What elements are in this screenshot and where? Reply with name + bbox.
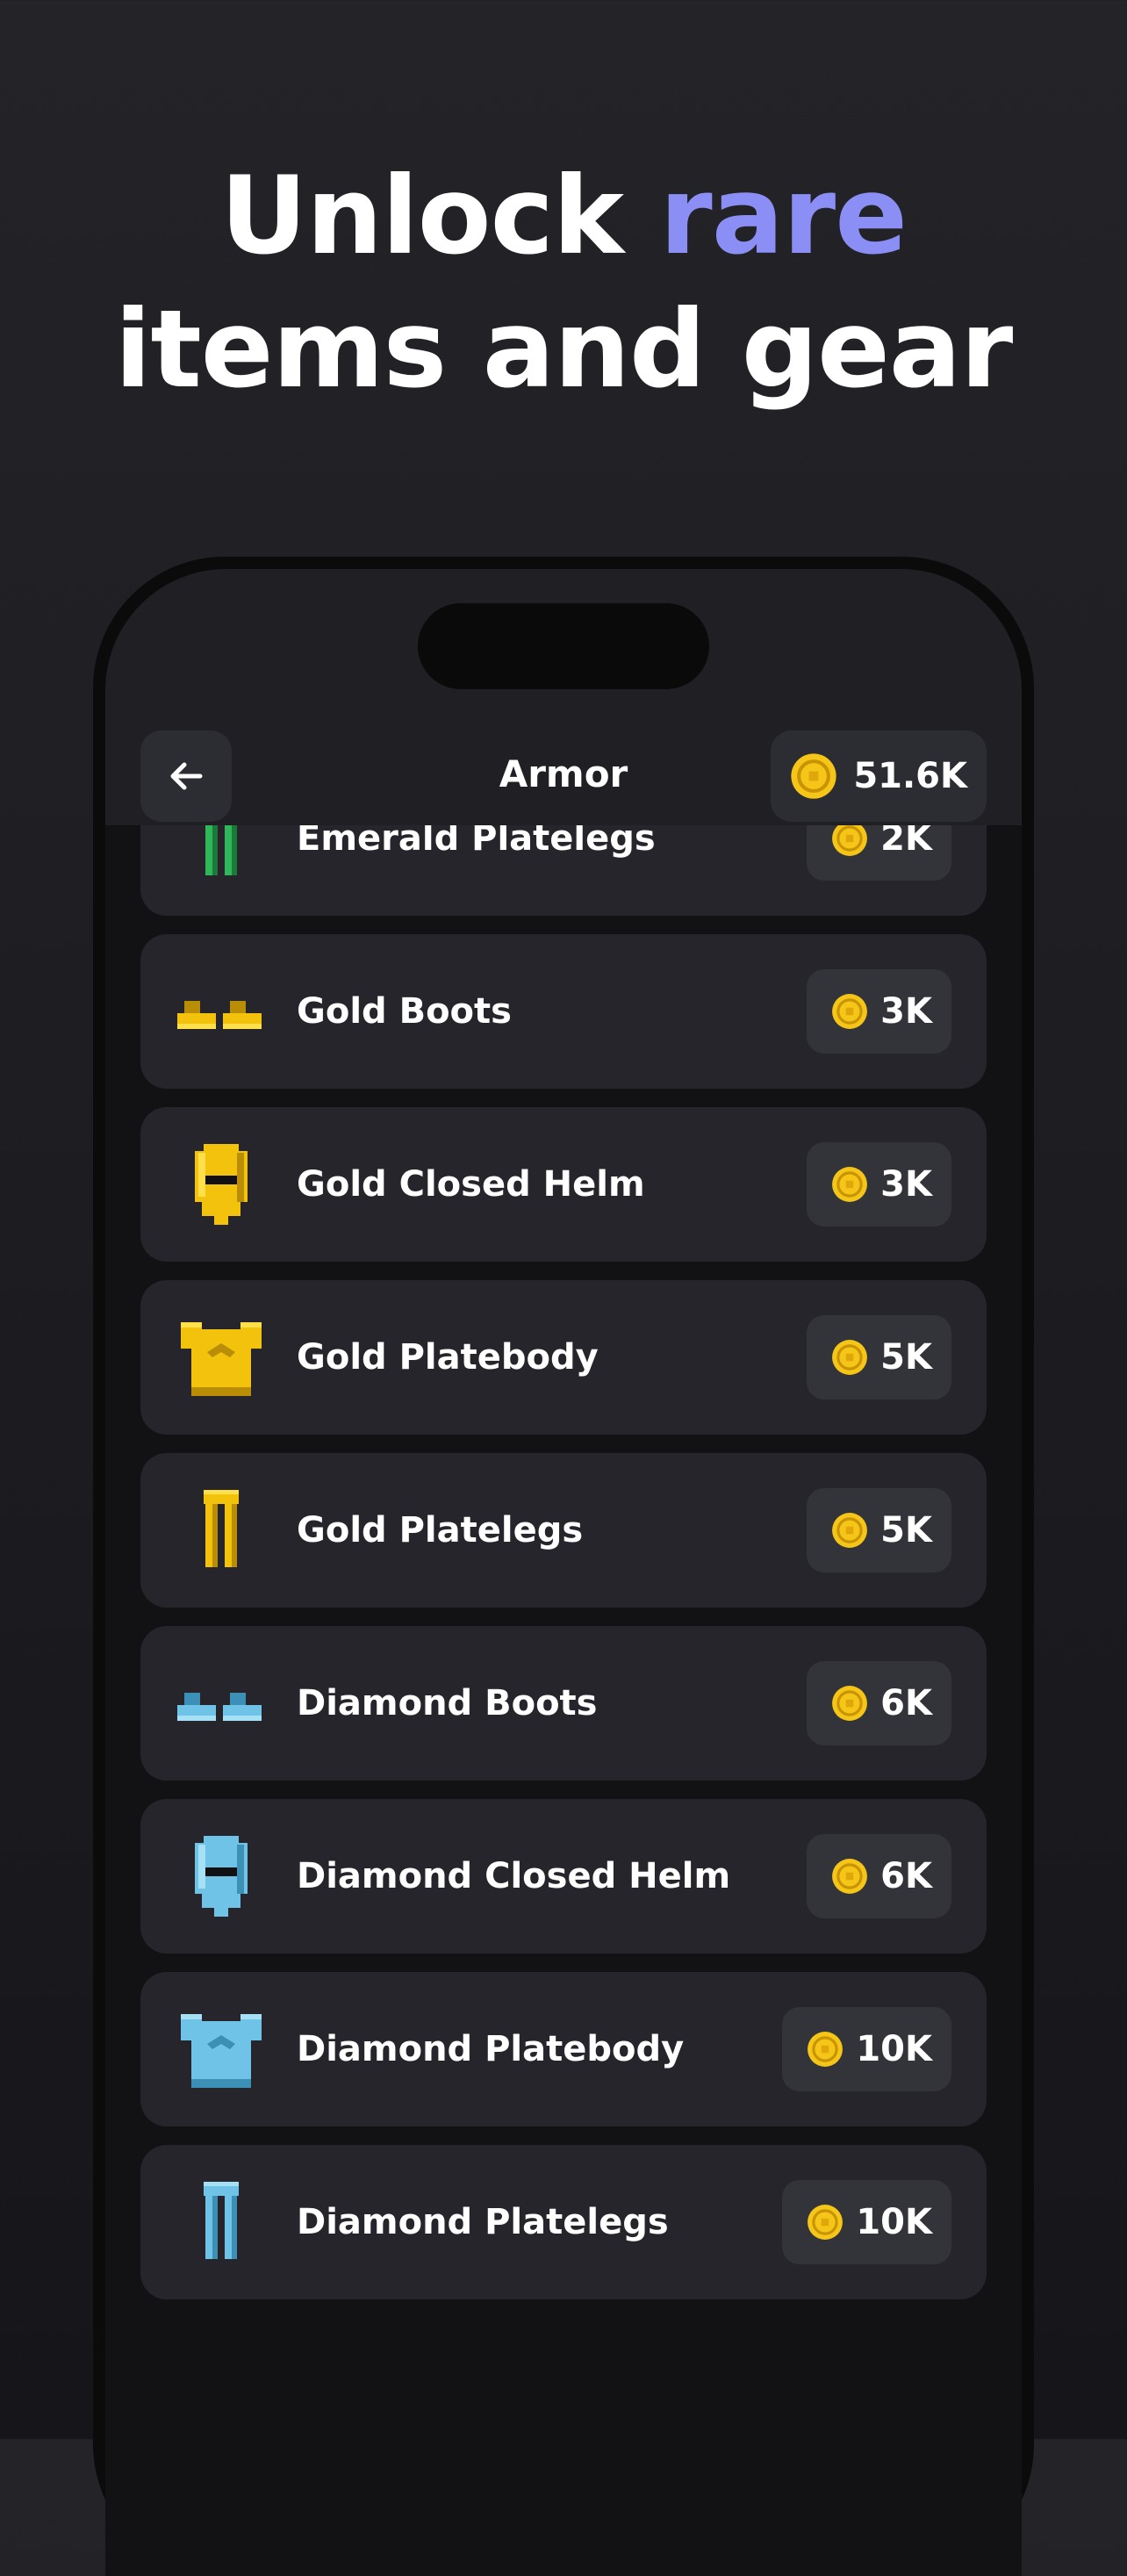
armor-item-row[interactable]: Diamond Platelegs 10K [140,2145,987,2299]
coin-icon [790,752,837,800]
armor-item-row[interactable]: Gold Platelegs 5K [140,1453,987,1608]
price-amount: 5K [880,1337,932,1378]
price-amount: 5K [880,1510,932,1551]
price-button[interactable]: 5K [807,1315,951,1400]
coin-icon [831,1339,868,1376]
headline-accent: rare [659,154,908,278]
price-amount: 6K [880,1856,932,1896]
gold-boots-icon [177,968,265,1055]
item-name: Diamond Platelegs [297,2202,669,2242]
price-button[interactable]: 6K [807,1661,951,1745]
gold-closed-helm-icon [177,1140,265,1228]
item-name: Gold Closed Helm [297,1164,645,1205]
price-amount: 3K [880,1164,932,1205]
headline-line-2: items and gear [114,287,1014,412]
armor-list: Emerald Platelegs 2K Gold Boots 3K Gold Clos… [140,588,987,2318]
diamond-platelegs-icon [177,2178,265,2266]
phone-screen: Emerald Platelegs 2K Gold Boots 3K Gold Clos… [105,569,1022,2576]
item-name: Gold Boots [297,991,512,1032]
phone-frame: Emerald Platelegs 2K Gold Boots 3K Gold Clos… [93,557,1034,2576]
price-amount: 6K [880,1683,932,1723]
item-name: Diamond Closed Helm [297,1856,731,1896]
price-amount: 3K [880,991,932,1032]
item-name: Diamond Boots [297,1683,598,1723]
headline-line-1: Unlock rare [0,149,1127,283]
coin-icon [831,1685,868,1722]
gold-platelegs-icon [177,1486,265,1574]
price-amount: 10K [856,2202,932,2242]
item-name: Gold Platelegs [297,1510,584,1551]
armor-item-row[interactable]: Gold Boots 3K [140,934,987,1089]
coin-icon [831,1858,868,1895]
armor-item-row[interactable]: Gold Platebody 5K [140,1280,987,1435]
armor-item-row[interactable]: Gold Closed Helm 3K [140,1107,987,1262]
gold-platebody-icon [177,1313,265,1401]
armor-item-row[interactable]: Diamond Boots 6K [140,1626,987,1781]
item-name: Diamond Platebody [297,2029,685,2069]
diamond-boots-icon [177,1659,265,1747]
price-button[interactable]: 10K [782,2180,951,2264]
coin-balance[interactable]: 51.6K [771,730,987,822]
price-button[interactable]: 6K [807,1834,951,1918]
coin-icon [831,820,868,857]
coin-icon [831,1512,868,1549]
item-name: Gold Platebody [297,1337,599,1378]
coin-icon [807,2204,843,2241]
diamond-closed-helm-icon [177,1832,265,1920]
balance-amount: 51.6K [853,756,967,796]
headline: Unlock rare items and gear [0,149,1127,416]
coin-icon [831,993,868,1030]
price-amount: 10K [856,2029,932,2069]
diamond-platebody-icon [177,2005,265,2093]
price-button[interactable]: 5K [807,1488,951,1572]
dynamic-island [418,603,709,689]
armor-item-row[interactable]: Diamond Platebody 10K [140,1972,987,2126]
navbar: Armor 51.6K [105,569,1022,825]
price-button[interactable]: 3K [807,969,951,1054]
coin-icon [831,1166,868,1203]
headline-plain: Unlock [220,154,660,278]
coin-icon [807,2031,843,2068]
armor-item-row[interactable]: Diamond Closed Helm 6K [140,1799,987,1954]
price-button[interactable]: 10K [782,2007,951,2091]
price-button[interactable]: 3K [807,1142,951,1227]
